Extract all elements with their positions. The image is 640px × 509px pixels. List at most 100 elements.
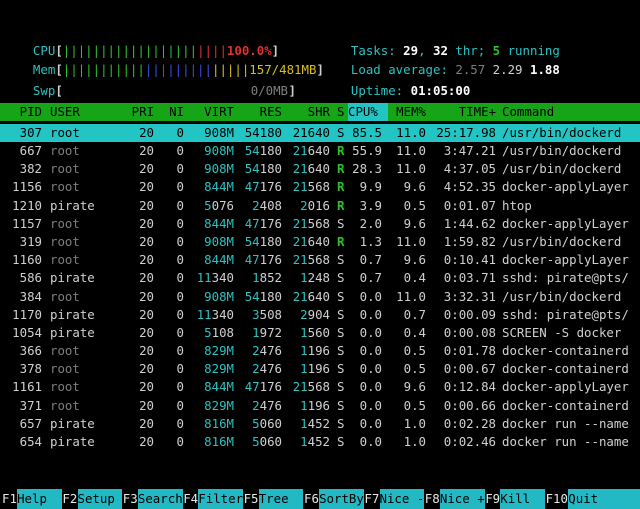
col-time[interactable]: TIME+ [428,103,496,121]
cell-res: 3508 [252,306,282,322]
fkey-f3[interactable]: F3 [123,489,138,509]
cell-virt: 829M [204,397,234,413]
col-res[interactable]: RES [240,103,282,121]
process-table-header[interactable]: PID USER PRI NI VIRT RES SHR S CPU% MEM%… [0,103,640,121]
cell-state: S [337,306,345,322]
cell-cpu: 0.0 [359,361,382,377]
fkey-label-f4[interactable]: Filter [198,489,244,509]
cell-virt: 5076 [204,197,234,213]
cell-time: 25:17.98 [436,125,496,140]
process-row[interactable]: 1210 pirate 20 0 5076 2408 2016 R 3.9 0.5 0:01.07 h… [0,197,640,215]
cell-command: docker-containerd [502,343,629,359]
process-row[interactable]: 586 pirate 20 0 11340 1852 1248 S 0.7 0.4 0:03.71 s… [0,269,640,287]
cell-cpu: 9.9 [359,179,382,195]
cell-pri: 20 [139,233,154,249]
process-row[interactable]: 657 pirate 20 0 816M 5060 1452 S 0.0 1.0 0:02.28 do… [0,415,640,433]
process-row[interactable]: 1170 pirate 20 0 11340 3508 2904 S 0.0 0.7 0:00.09… [0,306,640,324]
col-pid[interactable]: PID [0,103,42,121]
col-ni[interactable]: NI [160,103,184,121]
col-mem[interactable]: MEM% [388,103,426,121]
cell-command: /usr/bin/dockerd [502,143,622,158]
cell-time: 4:52.35 [443,179,496,195]
process-row[interactable]: 1157 root 20 0 844M 47176 21568 S 2.0 9.6 1:44.62 d… [0,215,640,233]
cell-mem: 9.6 [403,179,426,195]
fkey-f1[interactable]: F1 [2,489,17,509]
fkey-f4[interactable]: F4 [183,489,198,509]
fkey-label-f7[interactable]: Nice - [379,489,425,509]
uptime-label: Uptime: [350,83,411,98]
cell-command: docker-applyLayer [502,379,629,395]
cell-pri: 20 [139,270,154,286]
cell-cpu: 0.0 [359,397,382,413]
cell-virt: 844M [204,179,234,195]
col-state[interactable]: S [337,103,344,121]
process-row[interactable]: 667 root 20 0 908M 54180 21640 R 55.9 11.0 3:47.21… [0,142,640,160]
process-row[interactable]: 384 root 20 0 908M 54180 21640 S 0.0 11.0 3:32.31 /… [0,288,640,306]
cell-pri: 20 [139,361,154,377]
col-virt[interactable]: VIRT [190,103,234,121]
col-command[interactable]: Command [502,103,554,121]
cell-res: 54180 [244,125,282,140]
process-row[interactable]: 382 root 20 0 908M 54180 21640 R 28.3 11.0 4:37.05… [0,160,640,178]
cell-pid: 366 [19,343,42,359]
fkey-f9[interactable]: F9 [485,489,500,509]
process-row[interactable]: 1161 root 20 0 844M 47176 21568 S 0.0 9.6 0:12.84 d… [0,378,640,396]
process-row[interactable]: 654 pirate 20 0 816M 5060 1452 S 0.0 1.0 0:02.46 do… [0,433,640,451]
cell-pid: 1160 [12,252,42,268]
swp-value: 0/0MB [250,83,288,98]
col-user[interactable]: USER [50,103,80,121]
cell-cpu: 0.0 [359,415,382,431]
fkey-f6[interactable]: F6 [304,489,319,509]
cell-ni: 0 [176,125,184,140]
process-row[interactable]: 319 root 20 0 908M 54180 21640 R 1.3 11.0 1:59.82 /… [0,233,640,251]
cell-res: 54180 [244,143,282,158]
cell-time: 0:03.71 [443,270,496,286]
fkey-f7[interactable]: F7 [364,489,379,509]
fkey-f8[interactable]: F8 [425,489,440,509]
cell-command: SCREEN -S docker [502,324,622,340]
fkey-f10[interactable]: F10 [546,489,568,509]
cell-command: /usr/bin/dockerd [502,125,622,140]
fkey-label-f5[interactable]: Tree [258,489,304,509]
cell-time: 0:12.84 [443,379,496,395]
cell-time: 3:32.31 [443,288,496,304]
fkey-label-f6[interactable]: SortBy [319,489,364,509]
process-row[interactable]: 378 root 20 0 829M 2476 1196 S 0.0 0.5 0:00.67 dock… [0,360,640,378]
tasks-summary: Tasks: 29, 32 thr; 5 running [336,24,560,58]
cell-state: R [337,143,345,158]
cell-user: root [50,161,80,177]
cell-cpu: 0.7 [359,270,382,286]
process-row[interactable]: 366 root 20 0 829M 2476 1196 S 0.0 0.5 0:01.78 dock… [0,342,640,360]
fkey-label-f8[interactable]: Nice + [439,489,485,509]
cell-time: 0:02.46 [443,434,496,449]
cell-user: root [50,397,80,413]
cell-cpu: 55.9 [352,143,382,158]
process-row[interactable]: 1160 root 20 0 844M 47176 21568 S 0.7 9.6 0:10.41 d… [0,251,640,269]
fkey-f2[interactable]: F2 [62,489,77,509]
fkey-label-f3[interactable]: Search [137,489,183,509]
fkey-label-f1[interactable]: Help [17,489,62,509]
cell-virt: 816M [204,415,234,431]
process-row-selected[interactable]: 307 root 20 0 908M 54180 21640 S 85.5 11… [0,124,640,142]
cell-pid: 1157 [12,215,42,231]
cell-pri: 20 [139,434,154,449]
cell-virt: 844M [204,379,234,395]
cell-mem: 0.4 [403,324,426,340]
cell-state: S [337,288,345,304]
cell-virt: 844M [204,252,234,268]
fkey-label-f2[interactable]: Setup [77,489,123,509]
cell-command: sshd: pirate@pts/ [502,270,629,286]
col-cpu[interactable]: CPU% [348,103,388,121]
process-row[interactable]: 1054 pirate 20 0 5108 1972 1560 S 0.0 0.4 0:00.08 S… [0,324,640,342]
fkey-label-f9[interactable]: Kill [500,489,546,509]
cell-time: 0:00.08 [443,324,496,340]
fkey-label-f10[interactable]: Quit [568,489,640,509]
cell-user: root [50,379,80,395]
fkey-f5[interactable]: F5 [244,489,259,509]
process-row[interactable]: 371 root 20 0 829M 2476 1196 S 0.0 0.5 0:00.66 dock… [0,397,640,415]
col-pri[interactable]: PRI [120,103,154,121]
process-row[interactable]: 1156 root 20 0 844M 47176 21568 R 9.9 9.6 4:52.35 d… [0,178,640,196]
col-shr[interactable]: SHR [288,103,330,121]
cell-mem: 9.6 [403,215,426,231]
cell-time: 0:02.28 [443,415,496,431]
